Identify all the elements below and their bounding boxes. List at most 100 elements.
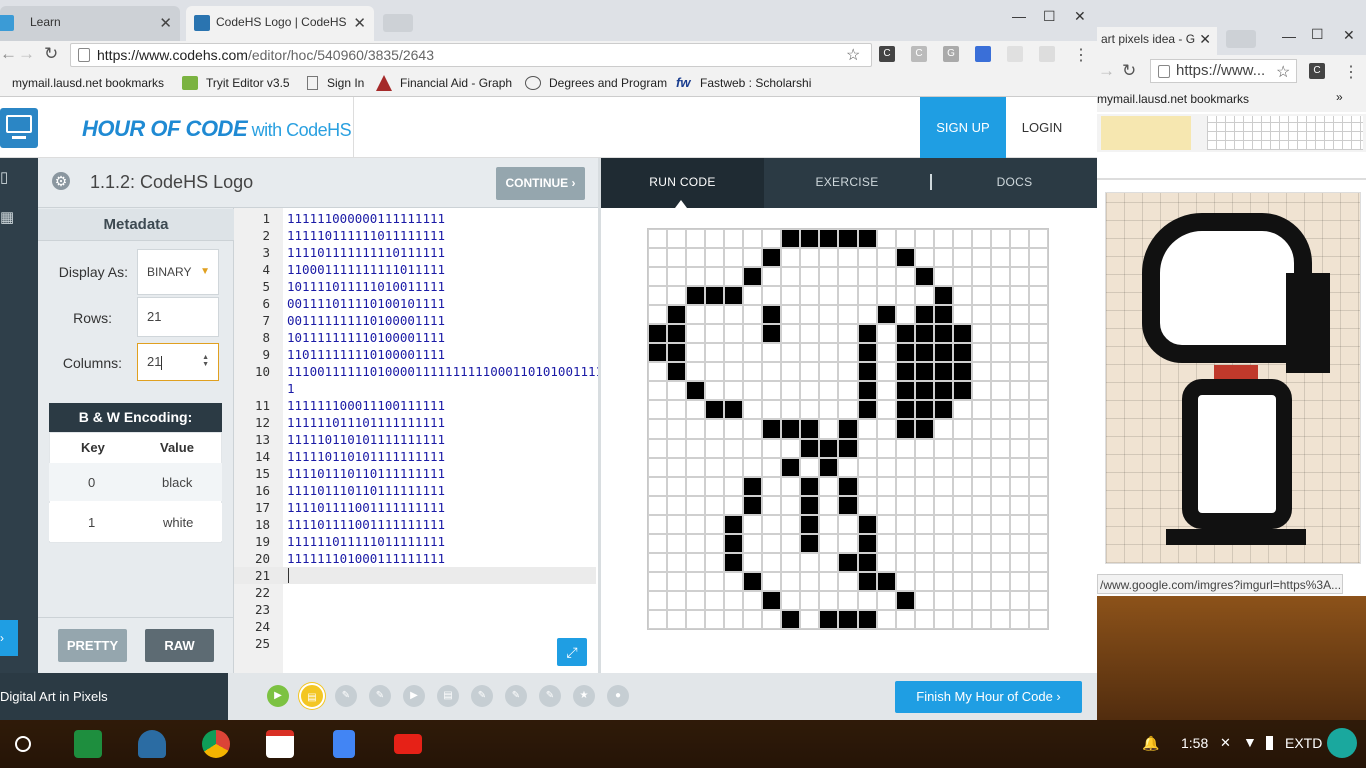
minimize-icon[interactable]: —: [1012, 8, 1026, 24]
code-line[interactable]: 101111111110100001111: [287, 330, 445, 345]
address-bar[interactable]: https://www.codehs.com/editor/hoc/540960…: [70, 43, 872, 67]
login-button[interactable]: LOGIN: [1006, 97, 1078, 158]
circle-progress-icon[interactable]: ●: [607, 685, 629, 707]
mute-icon[interactable]: ✕: [1220, 735, 1231, 751]
gmail-app-icon[interactable]: [266, 730, 294, 758]
star-progress-icon[interactable]: ★: [573, 685, 595, 707]
tab-docs[interactable]: DOCS: [932, 158, 1097, 208]
extension-c-icon[interactable]: C: [1309, 63, 1325, 79]
back-icon[interactable]: ←: [0, 44, 17, 64]
display-as-select[interactable]: BINARY ▼: [137, 249, 219, 295]
code-line[interactable]: 111111011111011111111: [287, 534, 445, 549]
code-line[interactable]: 111101111001111111111: [287, 517, 445, 532]
clock[interactable]: 1:58: [1181, 735, 1208, 751]
code-line[interactable]: 111101110110111111111: [287, 466, 445, 481]
battery-icon[interactable]: [1266, 736, 1273, 750]
classroom-app-icon[interactable]: [74, 730, 102, 758]
menu-kebab-icon[interactable]: ⋮: [1343, 62, 1359, 82]
document-progress-icon[interactable]: ▤: [301, 685, 323, 707]
finish-hour-of-code-button[interactable]: Finish My Hour of Code ›: [895, 681, 1082, 713]
code-line[interactable]: 001111011110100101111: [287, 296, 445, 311]
hour-of-code-logo[interactable]: HOUR OF CODE with CodeHS: [82, 116, 352, 142]
code-line[interactable]: 111101111001111111111: [287, 500, 445, 515]
map-icon[interactable]: ▦: [0, 208, 20, 228]
launcher-icon[interactable]: [15, 736, 31, 752]
avatar[interactable]: [1327, 728, 1357, 758]
minimize-icon[interactable]: —: [1282, 28, 1296, 44]
code-line[interactable]: 111110110101111111111: [287, 449, 445, 464]
menu-kebab-icon[interactable]: ⋮: [1073, 45, 1089, 65]
continue-button[interactable]: CONTINUE ›: [496, 167, 585, 200]
code-line[interactable]: 111111101000111111111: [287, 551, 445, 566]
snoopy-reference-image[interactable]: [1105, 192, 1361, 564]
shield-app-icon[interactable]: [138, 730, 166, 758]
maximize-icon[interactable]: ☐: [1043, 8, 1056, 25]
new-tab-button[interactable]: [383, 14, 413, 32]
bookmark-degrees[interactable]: Degrees and Program: [549, 76, 667, 90]
more-bookmarks-icon[interactable]: »: [1336, 90, 1343, 104]
tab-learn[interactable]: Learn ✕: [0, 6, 180, 41]
chrome-app-icon[interactable]: [202, 730, 230, 758]
bookmark-star-icon[interactable]: ☆: [846, 45, 860, 65]
video-progress-icon[interactable]: ▶: [267, 685, 289, 707]
code-line[interactable]: 110111111110100001111: [287, 347, 445, 362]
bookmark-mymail[interactable]: mymail.lausd.net bookmarks: [1097, 92, 1249, 106]
youtube-app-icon[interactable]: [394, 734, 422, 754]
expand-sidebar-button[interactable]: ›: [0, 620, 18, 656]
bookmark-mymail[interactable]: mymail.lausd.net bookmarks: [12, 76, 164, 90]
extension-gray-icon[interactable]: [1007, 46, 1023, 62]
pencil-progress-icon[interactable]: ✎: [539, 685, 561, 707]
docs-app-icon[interactable]: [333, 730, 355, 758]
wifi-icon[interactable]: ▼: [1243, 734, 1257, 750]
stepper-icon[interactable]: ▲ ▼: [202, 354, 209, 368]
code-line[interactable]: 110001111111111011111: [287, 262, 445, 277]
close-icon[interactable]: ✕: [159, 14, 172, 32]
code-line[interactable]: 111111000000111111111: [287, 211, 445, 226]
reload-icon[interactable]: ↻: [1122, 61, 1136, 81]
new-tab-button[interactable]: [1226, 30, 1256, 48]
pencil-progress-icon[interactable]: ✎: [471, 685, 493, 707]
expand-icon[interactable]: ⤢: [557, 638, 587, 666]
codehs-computer-icon[interactable]: [0, 108, 38, 148]
code-line[interactable]: 1110011111101000011111111110001101010011…: [287, 364, 603, 379]
tab-art-pixels-idea[interactable]: art pixels idea - G ✕: [1097, 27, 1217, 55]
pencil-progress-icon[interactable]: ✎: [335, 685, 357, 707]
extension-g-icon[interactable]: G: [943, 46, 959, 62]
bookmark-signin[interactable]: Sign In: [327, 76, 364, 90]
columns-input[interactable]: 21 ▲ ▼: [137, 343, 219, 381]
extension-blue-icon[interactable]: [975, 46, 991, 62]
raw-button[interactable]: RAW: [145, 629, 214, 662]
document-icon[interactable]: ▯: [0, 168, 20, 188]
close-icon[interactable]: ✕: [1199, 31, 1211, 48]
code-line[interactable]: 1: [287, 381, 295, 396]
code-line[interactable]: 111110110101111111111: [287, 432, 445, 447]
forward-icon[interactable]: →: [18, 44, 35, 64]
code-line[interactable]: 111101111111110111111: [287, 245, 445, 260]
rows-input[interactable]: 21: [137, 297, 219, 337]
extension-c-gray-icon[interactable]: C: [911, 46, 927, 62]
gear-icon[interactable]: ⚙: [52, 172, 70, 190]
bookmark-fastweb[interactable]: Fastweb : Scholarshi: [700, 76, 811, 90]
forward-icon[interactable]: →: [1098, 61, 1115, 81]
close-icon[interactable]: ✕: [353, 14, 366, 32]
extension-hand-icon[interactable]: [1039, 46, 1055, 62]
thumbnail-strip[interactable]: [1097, 114, 1366, 152]
pencil-progress-icon[interactable]: ✎: [505, 685, 527, 707]
code-line[interactable]: 101111011111010011111: [287, 279, 445, 294]
close-window-icon[interactable]: ✕: [1074, 8, 1086, 25]
pencil-progress-icon[interactable]: ✎: [369, 685, 391, 707]
extension-c-icon[interactable]: C: [879, 46, 895, 62]
close-window-icon[interactable]: ✕: [1343, 27, 1355, 44]
bookmark-financial-aid[interactable]: Financial Aid - Graph: [400, 76, 512, 90]
document-progress-icon[interactable]: ▤: [437, 685, 459, 707]
reload-icon[interactable]: ↻: [44, 44, 58, 64]
second-address-bar[interactable]: https://www...: [1150, 59, 1297, 83]
code-line[interactable]: 111111011101111111111: [287, 415, 445, 430]
bookmark-star-icon[interactable]: ☆: [1276, 62, 1290, 82]
pretty-button[interactable]: PRETTY: [58, 629, 127, 662]
tab-codehs-logo[interactable]: CodeHS Logo | CodeHS ✕: [186, 6, 374, 41]
bookmark-tryit[interactable]: Tryit Editor v3.5: [206, 76, 290, 90]
code-line[interactable]: 111111100011100111111: [287, 398, 445, 413]
sign-up-button[interactable]: SIGN UP: [920, 97, 1006, 158]
code-line[interactable]: 111110111111011111111: [287, 228, 445, 243]
